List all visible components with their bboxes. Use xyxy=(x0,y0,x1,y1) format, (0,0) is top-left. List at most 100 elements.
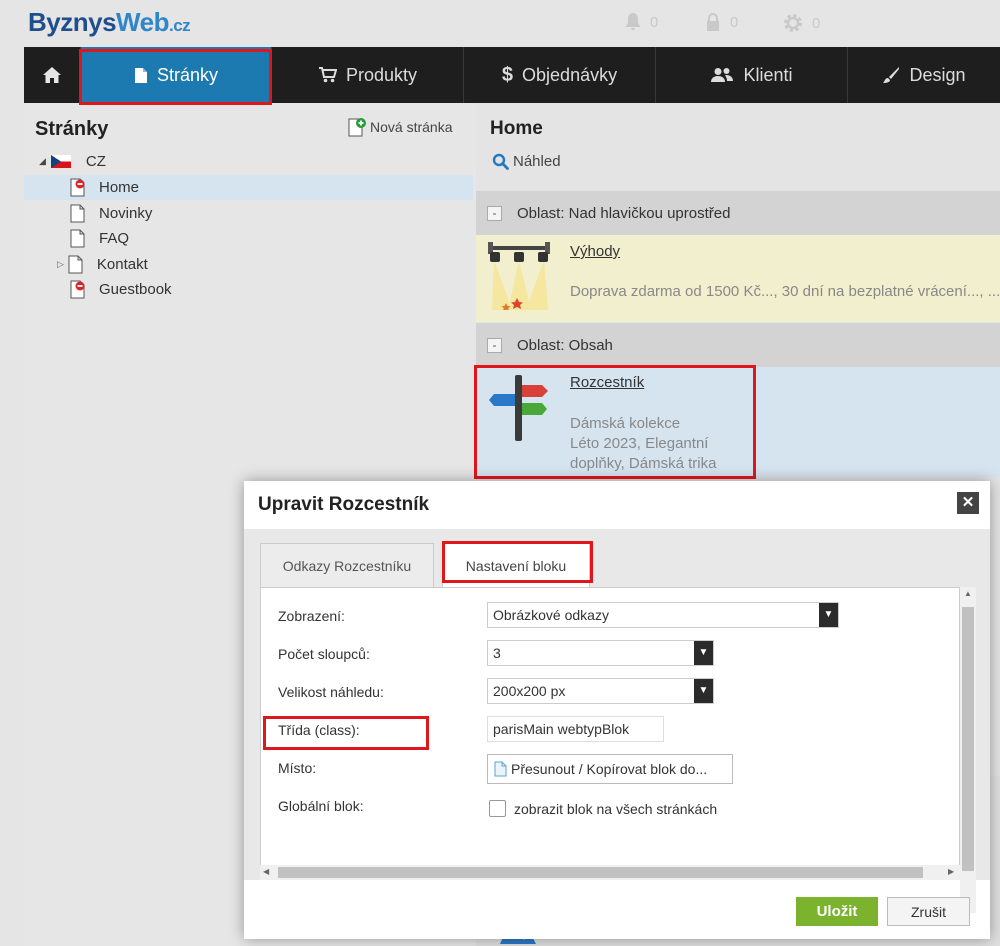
scroll-up-icon[interactable]: ▲ xyxy=(964,589,972,598)
lock-indicator[interactable]: 0 xyxy=(704,12,738,32)
collapse-toggle-button[interactable]: - xyxy=(487,205,502,221)
chevron-down-icon: ▼ xyxy=(694,641,713,665)
tree-item-label: Novinky xyxy=(99,205,153,222)
block-title[interactable]: Výhody xyxy=(570,243,620,260)
preview-link[interactable]: Náhled xyxy=(492,153,561,170)
block-title[interactable]: Rozcestník xyxy=(570,374,644,391)
lock-icon xyxy=(707,13,719,31)
nav-clients[interactable]: Klienti xyxy=(655,47,847,103)
columns-label: Počet sloupců: xyxy=(278,646,370,662)
nav-orders[interactable]: $ Objednávky xyxy=(463,47,655,103)
close-icon: ✕ xyxy=(961,494,975,511)
logo[interactable]: ByznysWeb.cz xyxy=(28,7,191,38)
display-label: Zobrazení: xyxy=(278,608,345,624)
modal-title: Upravit Rozcestník xyxy=(258,494,430,515)
czech-flag-icon xyxy=(50,155,71,168)
new-page-label: Nová stránka xyxy=(370,119,453,135)
tree-item-kontakt[interactable]: ▷ Kontakt xyxy=(24,252,473,277)
nav-orders-label: Objednávky xyxy=(522,64,618,85)
place-label: Místo: xyxy=(278,760,317,776)
tree-item-label: Home xyxy=(99,179,140,196)
tab-settings[interactable]: Nastavení bloku xyxy=(442,543,590,588)
page-icon xyxy=(70,229,85,248)
edit-block-modal: Upravit Rozcestník ✕ Odkazy Rozcestníku … xyxy=(244,481,990,939)
global-block-checkbox[interactable] xyxy=(489,800,506,817)
top-bar: ByznysWeb.cz 0 0 0 xyxy=(0,0,1000,47)
dollar-icon: $ xyxy=(501,63,514,86)
block-description-line: Léto 2023, Elegantní xyxy=(570,435,709,452)
display-select[interactable]: Obrázkové odkazy ▼ xyxy=(487,602,839,628)
logo-part-1: Byznys xyxy=(28,7,117,37)
class-input[interactable]: parisMain webtypBlok xyxy=(487,716,664,742)
cancel-button[interactable]: Zrušit xyxy=(887,897,970,926)
tree-item-home[interactable]: Home xyxy=(24,175,473,200)
new-page-icon xyxy=(348,118,366,137)
tree-item-guestbook[interactable]: Guestbook xyxy=(24,277,473,302)
settings-indicator[interactable]: 0 xyxy=(782,12,820,34)
bell-icon xyxy=(626,13,640,30)
collapse-toggle-button[interactable]: - xyxy=(487,337,502,353)
tree-item-label: FAQ xyxy=(99,230,130,247)
tree-item-label: Guestbook xyxy=(99,281,172,298)
columns-select[interactable]: 3 ▼ xyxy=(487,640,714,666)
expand-arrow-icon[interactable]: ▷ xyxy=(57,259,64,270)
spotlight-stage-icon xyxy=(488,242,550,310)
save-button[interactable]: Uložit xyxy=(796,897,878,926)
horizontal-scrollbar[interactable]: ◀ ▶ xyxy=(260,865,960,880)
nav-design[interactable]: Design xyxy=(847,47,1000,103)
tree-item-faq[interactable]: FAQ xyxy=(24,226,473,251)
notifications-count: 0 xyxy=(650,13,659,31)
close-button[interactable]: ✕ xyxy=(957,492,979,514)
vertical-scrollbar[interactable]: ▲ ▼ xyxy=(960,587,976,913)
area-label: Oblast: Obsah xyxy=(517,336,613,354)
tree-item-novinky[interactable]: Novinky xyxy=(24,201,473,226)
nav-products[interactable]: Produkty xyxy=(271,47,463,103)
scroll-left-icon[interactable]: ◀ xyxy=(263,867,269,876)
settings-form: Zobrazení: Obrázkové odkazy ▼ Počet slou… xyxy=(260,587,960,871)
tab-links[interactable]: Odkazy Rozcestníku xyxy=(260,543,434,587)
tree-root[interactable]: ◢ CZ xyxy=(24,149,473,174)
home-icon xyxy=(43,67,61,83)
columns-value: 3 xyxy=(493,645,501,661)
move-copy-block-button[interactable]: Přesunout / Kopírovat blok do... xyxy=(487,754,733,784)
thumb-size-select[interactable]: 200x200 px ▼ xyxy=(487,678,714,704)
block-rozcestnik[interactable]: Rozcestník Dámská kolekce Léto 2023, Ele… xyxy=(476,367,1000,477)
content-title: Home xyxy=(490,118,543,139)
users-icon xyxy=(711,68,734,82)
lock-count: 0 xyxy=(730,13,739,31)
nav-pages-label: Stránky xyxy=(156,64,219,85)
cart-icon xyxy=(318,67,337,83)
nav-design-label: Design xyxy=(909,64,966,85)
area-label: Oblast: Nad hlavičkou uprostřed xyxy=(517,204,731,222)
global-block-checkbox-label[interactable]: zobrazit blok na všech stránkách xyxy=(514,801,717,817)
collapse-arrow-icon: ◢ xyxy=(39,156,46,166)
horizontal-scroll-thumb[interactable] xyxy=(278,867,923,878)
nav-products-label: Produkty xyxy=(345,64,418,85)
logo-part-2: Web xyxy=(116,7,169,37)
modal-body: Odkazy Rozcestníku Nastavení bloku Zobra… xyxy=(244,529,990,913)
display-value: Obrázkové odkazy xyxy=(493,607,609,623)
block-description-line: Dámská kolekce xyxy=(570,415,681,432)
block-vyhody[interactable]: Výhody Doprava zdarma od 1500 Kč..., 30 … xyxy=(476,235,1000,322)
notifications-indicator[interactable]: 0 xyxy=(624,12,658,32)
pages-title: Stránky xyxy=(35,118,109,140)
global-block-label: Globální blok: xyxy=(278,798,364,814)
gear-icon xyxy=(784,14,802,32)
vertical-scroll-thumb[interactable] xyxy=(962,607,974,871)
nav-clients-label: Klienti xyxy=(743,64,793,85)
logo-part-3: .cz xyxy=(168,16,191,35)
block-description: Doprava zdarma od 1500 Kč..., 30 dní na … xyxy=(570,283,1000,300)
thumb-size-value: 200x200 px xyxy=(493,683,566,699)
chevron-down-icon: ▼ xyxy=(819,603,838,627)
scroll-right-icon[interactable]: ▶ xyxy=(948,867,954,876)
block-description-line: doplňky, Dámská trika xyxy=(570,455,717,472)
class-value: parisMain webtypBlok xyxy=(493,721,630,737)
search-icon xyxy=(492,153,509,170)
settings-count: 0 xyxy=(812,14,821,32)
page-red-icon xyxy=(70,178,85,197)
nav-pages[interactable]: Stránky xyxy=(80,47,271,103)
nav-home[interactable] xyxy=(24,47,80,103)
page-icon xyxy=(134,67,147,83)
new-page-button[interactable]: Nová stránka xyxy=(348,117,452,137)
chevron-down-icon: ▼ xyxy=(694,679,713,703)
